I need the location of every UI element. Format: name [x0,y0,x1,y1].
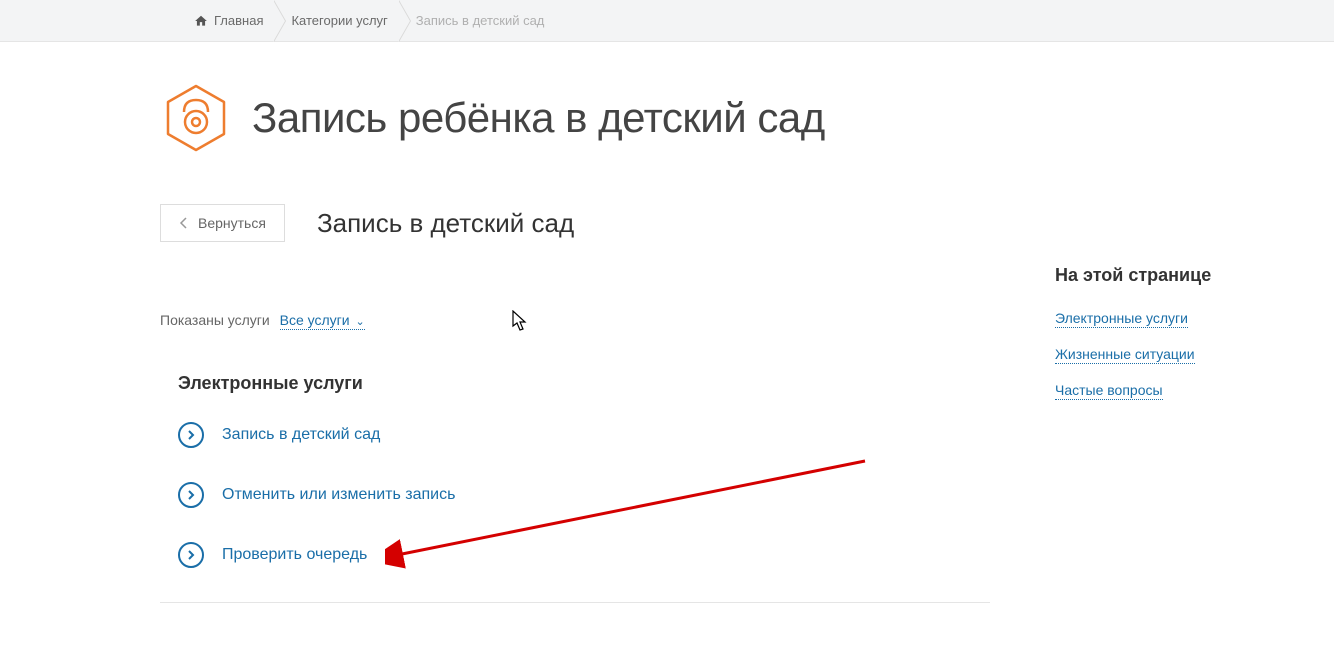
sidebar-link-faq[interactable]: Частые вопросы [1055,382,1163,400]
breadcrumb-current-label: Запись в детский сад [416,13,545,28]
page-header: Запись ребёнка в детский сад [160,82,1334,154]
sidebar: На этой странице Электронные услуги Жизн… [1055,265,1211,418]
back-button[interactable]: Вернуться [160,204,285,242]
service-item-enroll[interactable]: Запись в детский сад [178,422,1334,448]
service-link[interactable]: Проверить очередь [222,546,367,564]
circle-arrow-icon [178,542,204,568]
category-hex-icon [160,82,232,154]
sub-title: Запись в детский сад [317,208,574,239]
sidebar-link-electronic[interactable]: Электронные услуги [1055,310,1188,328]
page-title: Запись ребёнка в детский сад [252,94,825,142]
breadcrumb: Главная Категории услуг Запись в детский… [0,0,1334,42]
filter-label: Показаны услуги [160,312,270,328]
service-list: Запись в детский сад Отменить или измени… [160,422,1334,568]
service-link[interactable]: Отменить или изменить запись [222,486,455,504]
circle-arrow-icon [178,422,204,448]
service-item-check-queue[interactable]: Проверить очередь [178,542,1334,568]
chevron-down-icon: ⌄ [355,316,364,328]
breadcrumb-current: Запись в детский сад [402,0,559,41]
filter-selected: Все услуги [280,312,350,328]
subheader: Вернуться Запись в детский сад [160,204,1334,242]
breadcrumb-categories-label: Категории услуг [291,13,387,28]
chevron-left-icon [179,216,188,230]
service-link[interactable]: Запись в детский сад [222,426,380,444]
home-icon [194,14,208,28]
breadcrumb-home[interactable]: Главная [180,0,277,41]
circle-arrow-icon [178,482,204,508]
divider [160,602,990,603]
service-item-modify[interactable]: Отменить или изменить запись [178,482,1334,508]
breadcrumb-categories[interactable]: Категории услуг [277,0,401,41]
sidebar-heading: На этой странице [1055,265,1211,286]
back-button-label: Вернуться [198,215,266,231]
filter-dropdown[interactable]: Все услуги ⌄ [280,312,365,330]
breadcrumb-home-label: Главная [214,13,263,28]
sidebar-link-situations[interactable]: Жизненные ситуации [1055,346,1195,364]
